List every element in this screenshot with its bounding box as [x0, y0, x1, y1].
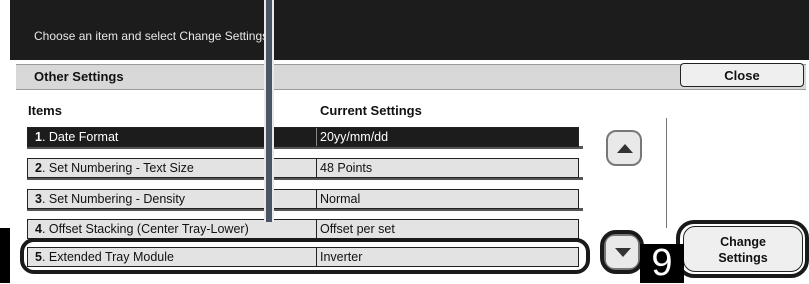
- items-column-header: Items: [28, 103, 62, 118]
- scroll-up-button[interactable]: [606, 130, 642, 166]
- list-item-date-format[interactable]: 1. Date Format 20yy/mm/dd: [27, 127, 579, 147]
- row-value: Normal: [320, 192, 361, 206]
- close-button[interactable]: Close: [680, 63, 804, 87]
- row-number: 4: [35, 222, 42, 236]
- current-settings-column-header: Current Settings: [320, 103, 422, 118]
- highlight-ring-scroll: [600, 230, 644, 274]
- row-number: 3: [35, 192, 42, 206]
- row-number: 2: [35, 161, 42, 175]
- highlight-ring-row: [20, 238, 590, 274]
- callout-number: 9: [640, 244, 684, 283]
- triangle-up-icon: [617, 144, 633, 153]
- instruction-text: Choose an item and select Change Setting…: [34, 29, 272, 43]
- callout-leader-line: [264, 0, 274, 222]
- row-label: . Set Numbering - Density: [41, 192, 186, 206]
- row-value: Offset per set: [320, 222, 395, 236]
- row-label: . Set Numbering - Text Size: [41, 161, 194, 175]
- row-label: . Date Format: [41, 130, 119, 144]
- list-item-set-numbering-density[interactable]: 3. Set Numbering - Density Normal: [27, 189, 579, 209]
- row-number: 1: [35, 130, 42, 144]
- list-item-set-numbering-text-size[interactable]: 2. Set Numbering - Text Size 48 Points: [27, 158, 579, 178]
- row-label: . Offset Stacking (Center Tray-Lower): [41, 222, 249, 236]
- callout-marker-left: [0, 228, 10, 283]
- row-value: 48 Points: [320, 161, 373, 175]
- dialog-title: Other Settings: [34, 69, 124, 84]
- row-value: 20yy/mm/dd: [320, 130, 389, 144]
- highlight-ring-change: [676, 220, 809, 278]
- divider-line: [666, 118, 667, 228]
- list-item-offset-stacking[interactable]: 4. Offset Stacking (Center Tray-Lower) O…: [27, 219, 579, 239]
